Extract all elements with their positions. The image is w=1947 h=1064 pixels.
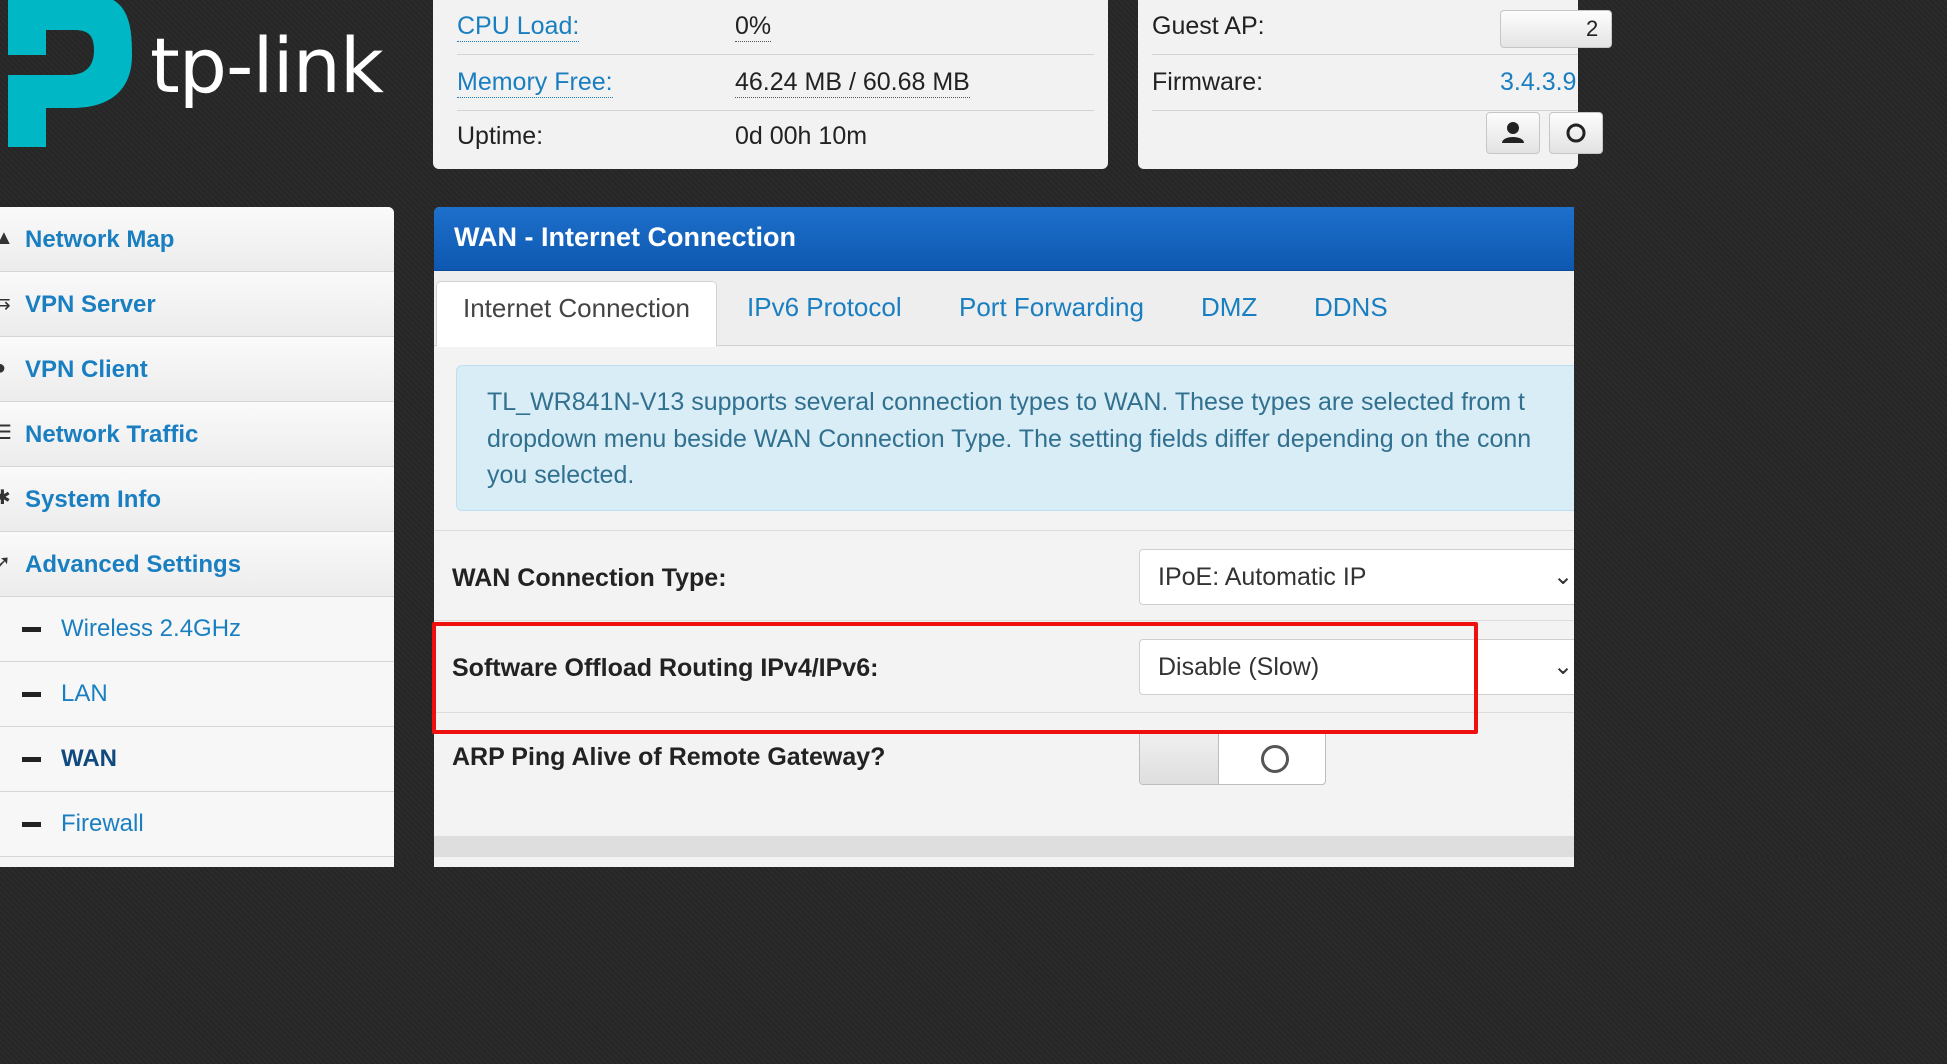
sidebar-item-vpn-client[interactable]: ● VPN Client [0,337,394,402]
sidebar-subitem-firewall[interactable]: Firewall [0,792,394,857]
cpu-load-value: 0% [735,12,772,42]
sidebar-item-network-map[interactable]: ▲ Network Map [0,207,394,272]
vpn-server-icon: ⇆ [0,292,11,314]
wan-settings-panel: WAN - Internet Connection Internet Conne… [434,207,1574,867]
uptime-row: Uptime: 0d 00h 10m [457,110,1094,164]
tab-port-forwarding[interactable]: Port Forwarding [933,281,1170,345]
tab-ddns[interactable]: DDNS [1288,281,1414,345]
sidebar-item-advanced-settings[interactable]: ➚ Advanced Settings [0,532,394,597]
logo-text: tp-link [150,21,384,110]
user-icon [1502,122,1524,143]
arp-ping-toggle[interactable] [1139,731,1326,785]
bullet-dash-icon [22,692,41,697]
sidebar-item-network-traffic[interactable]: ☰ Network Traffic [0,402,394,467]
chevron-down-icon: ⌄ [1553,563,1574,590]
sidebar-subitem-lan[interactable]: LAN [0,662,394,727]
info-text: TL_WR841N-V13 supports several connectio… [487,388,1532,489]
guest-ap-row: Guest AP: 2 [1152,0,1612,55]
chevron-down-icon: ⌄ [1553,653,1574,680]
cpu-load-row: CPU Load: 0% [457,0,1094,55]
bullet-dash-icon [22,627,41,632]
sidebar-item-vpn-server[interactable]: ⇆ VPN Server [0,272,394,337]
device-status-panel: Guest AP: 2 Firmware: 3.4.3.9 [1138,0,1612,169]
sidebar-subitem-label: Firewall [61,810,144,837]
sidebar-item-label: Network Traffic [25,421,199,448]
uptime-label: Uptime: [457,122,544,150]
sidebar-subitem-label: LAN [61,680,108,707]
sidebar-item-label: Advanced Settings [25,551,242,578]
tab-ipv6-protocol[interactable]: IPv6 Protocol [721,281,928,345]
system-status-panel: CPU Load: 0% Memory Free: 46.24 MB / 60.… [433,0,1108,169]
wan-connection-type-select[interactable]: IPoE: Automatic IP ⌄ [1139,549,1574,605]
bullet-dash-icon [22,822,41,827]
guest-ap-label: Guest AP: [1152,12,1265,40]
wrench-icon: ➚ [0,552,11,574]
sidebar-subitem-wan[interactable]: WAN [0,727,394,792]
sidebar-subitem-label: WAN [61,745,117,772]
power-icon [1566,123,1586,143]
sidebar-item-label: Network Map [25,226,175,253]
guest-ap-button[interactable]: 2 [1500,10,1612,48]
firmware-label: Firmware: [1152,68,1264,96]
sidebar-subitem-wireless[interactable]: Wireless 2.4GHz [0,597,394,662]
firmware-value-link[interactable]: 3.4.3.9 [1500,68,1576,97]
sidebar-subitem-label: Wireless 2.4GHz [61,615,242,642]
sidebar-nav: ▲ Network Map ⇆ VPN Server ● VPN Client … [0,207,394,867]
wan-connection-type-row: WAN Connection Type: IPoE: Automatic IP … [434,530,1574,621]
highlight-box [432,622,1478,734]
panel-header: WAN - Internet Connection [434,207,1574,271]
panel-title: WAN - Internet Connection [454,222,796,252]
globe-icon: ● [0,357,7,379]
firmware-row: Firmware: 3.4.3.9 [1152,56,1578,111]
sidebar-item-system-info[interactable]: ✱ System Info [0,467,394,532]
power-button[interactable] [1549,112,1603,154]
toggle-off-segment [1140,732,1219,784]
tp-link-logo-mark-icon [8,0,132,147]
uptime-value: 0d 00h 10m [735,122,868,150]
tab-dmz[interactable]: DMZ [1175,281,1283,345]
tab-internet-connection[interactable]: Internet Connection [436,281,717,347]
sidebar-item-label: VPN Client [25,356,148,383]
arp-ping-label: ARP Ping Alive of Remote Gateway? [452,743,886,771]
sidebar-item-label: System Info [25,486,162,513]
memory-free-label[interactable]: Memory Free: [457,68,613,98]
memory-free-row: Memory Free: 46.24 MB / 60.68 MB [457,56,1094,111]
home-icon: ▲ [0,227,14,249]
user-button[interactable] [1486,112,1540,154]
wan-connection-type-label: WAN Connection Type: [452,564,727,592]
info-alert: TL_WR841N-V13 supports several connectio… [456,365,1574,511]
sidebar-item-label: VPN Server [25,291,156,318]
cpu-load-label[interactable]: CPU Load: [457,12,580,42]
panel-footer-strip [434,836,1574,857]
tab-bar: Internet Connection IPv6 Protocol Port F… [434,271,1574,347]
memory-free-value: 46.24 MB / 60.68 MB [735,68,970,98]
wan-connection-type-value: IPoE: Automatic IP [1158,563,1367,591]
toggle-circle-icon [1261,745,1289,773]
bullet-dash-icon [22,757,41,762]
traffic-icon: ☰ [0,422,12,444]
gear-icon: ✱ [0,487,11,509]
tp-link-logo: tp-link [0,0,420,160]
